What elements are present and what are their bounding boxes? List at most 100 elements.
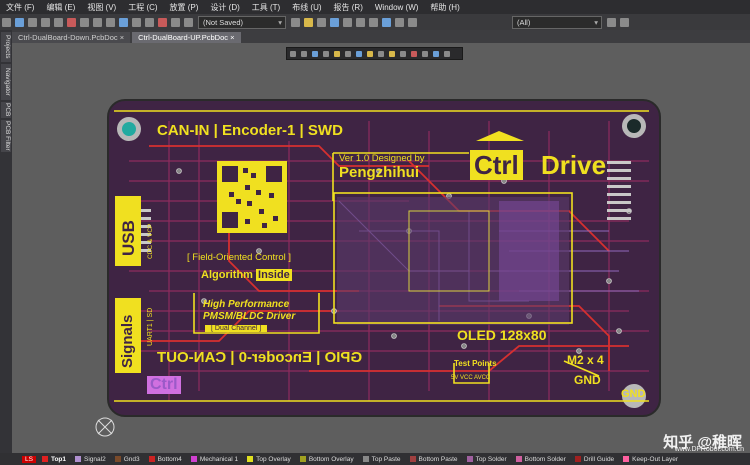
layer-tab-label: Bottom Overlay — [308, 455, 354, 463]
text-icon[interactable] — [432, 50, 439, 57]
route-icon[interactable] — [291, 17, 300, 27]
zoom-icon[interactable] — [41, 17, 50, 27]
fill-icon[interactable] — [317, 17, 326, 27]
layer-tab[interactable]: Bottom4 — [148, 456, 182, 463]
copy-icon[interactable] — [80, 17, 89, 27]
dimension-icon[interactable] — [421, 50, 428, 57]
layer-tab[interactable]: Top1 — [41, 455, 66, 463]
string-icon[interactable] — [382, 17, 391, 27]
side-tab-projects[interactable]: Projects — [1, 32, 11, 62]
crossprobe-icon[interactable] — [67, 17, 76, 27]
layer-selector[interactable]: LS — [22, 455, 36, 463]
save-icon[interactable] — [15, 17, 24, 27]
rect-icon[interactable] — [322, 50, 329, 57]
region-icon[interactable] — [408, 17, 417, 27]
pcb-board[interactable]: CAN-IN | Encoder-1 | SWD Ver 1.0 Designe… — [107, 99, 661, 417]
layer-color-swatch — [409, 456, 416, 462]
layer-tab[interactable]: Gnd3 — [114, 456, 140, 463]
paste-icon[interactable] — [93, 17, 102, 27]
menu-item[interactable]: 编辑 (E) — [40, 2, 81, 13]
usb-label: USB — [119, 220, 138, 256]
select-icon[interactable] — [300, 50, 307, 57]
layer-tab-label: Mechanical 1 — [199, 455, 239, 463]
filter-clear-icon[interactable] — [620, 17, 629, 27]
doc-tab-down[interactable]: Ctrl-DualBoard-Down.PcbDoc × — [12, 32, 131, 43]
line-icon[interactable] — [443, 50, 450, 57]
side-tab-navigator[interactable]: Navigator — [1, 64, 11, 100]
grid-icon[interactable] — [106, 17, 115, 27]
move-icon[interactable] — [132, 17, 141, 27]
close-icon[interactable]: × — [120, 33, 124, 42]
variant-dropdown-value: (Not Saved) — [203, 17, 244, 27]
layer-color-swatch — [75, 456, 81, 462]
layer-tab[interactable]: Bottom Paste — [409, 456, 458, 463]
menu-item[interactable]: 报告 (R) — [328, 2, 369, 13]
menu-item[interactable]: 帮助 (H) — [424, 2, 465, 13]
via-icon[interactable] — [366, 50, 373, 57]
menu-item[interactable]: 布线 (U) — [286, 2, 327, 13]
filter-apply-icon[interactable] — [607, 17, 616, 27]
layer-tab[interactable]: Top Solder — [466, 456, 507, 463]
keepout-icon[interactable] — [410, 50, 417, 57]
menu-item[interactable]: 放置 (P) — [164, 2, 205, 13]
layer-tab-label: Drill Guide — [583, 455, 615, 463]
layer-tabs: LS Top1 Signal2 Gnd3 Bottom4 Mechanical 1 Top… — [0, 453, 750, 465]
foc-label: [ Field-Oriented Control ] — [187, 252, 292, 263]
open-icon[interactable] — [2, 17, 11, 27]
doc-tab-label: Ctrl-DualBoard-UP.PcbDoc — [138, 33, 229, 42]
layer-tab-label: Top1 — [50, 455, 66, 463]
layer-tab[interactable]: Top Paste — [362, 455, 401, 463]
arc-icon[interactable] — [356, 17, 365, 27]
diff-pair-icon[interactable] — [355, 50, 362, 57]
algorithm-text: Algorithm — [201, 269, 253, 281]
place-component-icon[interactable] — [333, 50, 340, 57]
algorithm-highlight: Inside — [256, 269, 292, 281]
select-icon[interactable] — [119, 17, 128, 27]
m2-label: M2 x 4 — [567, 353, 604, 367]
polygon-icon[interactable] — [330, 17, 339, 27]
menu-item[interactable]: 文件 (F) — [0, 2, 40, 13]
filter-dropdown[interactable]: (All) ▾ — [512, 15, 602, 29]
menu-item[interactable]: Window (W) — [369, 3, 425, 12]
version-text: Ver 1.0 Designed by — [339, 153, 425, 164]
layer-tab[interactable]: Drill Guide — [574, 455, 615, 463]
close-icon[interactable]: × — [230, 33, 234, 42]
menu-item[interactable]: 视图 (V) — [81, 2, 122, 13]
keepout-icon[interactable] — [343, 17, 352, 27]
rotate-icon[interactable] — [184, 17, 193, 27]
component-icon[interactable] — [369, 17, 378, 27]
doc-tab-label: Ctrl-DualBoard-Down.PcbDoc — [18, 33, 118, 42]
filter-icon[interactable] — [289, 50, 296, 57]
layer-tab[interactable]: Signal2 — [75, 456, 106, 463]
layer-tab[interactable]: Top Overlay — [247, 456, 291, 463]
route-icon[interactable] — [344, 50, 351, 57]
fill-icon[interactable] — [377, 50, 384, 57]
dimension-icon[interactable] — [395, 17, 404, 27]
layer-tab-label: Top Paste — [371, 455, 401, 463]
chevron-down-icon: ▾ — [594, 17, 598, 27]
doc-tab-up[interactable]: Ctrl-DualBoard-UP.PcbDoc × — [132, 32, 241, 43]
layer-tab[interactable]: Mechanical 1 — [190, 455, 239, 463]
redo-icon[interactable] — [171, 17, 180, 27]
string-icon[interactable] — [388, 50, 395, 57]
layer-tab[interactable]: Bottom Overlay — [299, 455, 354, 463]
zoom-fit-icon[interactable] — [54, 17, 63, 27]
side-tab-pcb[interactable]: PCB — [1, 102, 11, 118]
align-icon[interactable] — [311, 50, 318, 57]
deselect-icon[interactable] — [145, 17, 154, 27]
logo-ctrl: Ctrl — [470, 150, 523, 180]
menu-item[interactable]: 工程 (C) — [122, 2, 163, 13]
print-icon[interactable] — [28, 17, 37, 27]
menu-item[interactable]: 工具 (T) — [246, 2, 286, 13]
layer-tab[interactable]: Bottom Solder — [515, 456, 566, 463]
menu-item[interactable]: 设计 (D) — [204, 2, 245, 13]
main-toolbar: (Not Saved) ▾ (All) ▾ — [0, 14, 750, 31]
layer-tab[interactable]: Keep-Out Layer — [623, 456, 678, 463]
dual-channel-label: [ Dual Channel ] — [205, 325, 268, 332]
variant-dropdown[interactable]: (Not Saved) ▾ — [198, 15, 286, 29]
via-icon[interactable] — [304, 17, 313, 27]
bottom-header-silkscreen: GPIO | Encoder-0 | CAN-OUT — [157, 349, 363, 366]
undo-icon[interactable] — [158, 17, 167, 27]
polygon-icon[interactable] — [399, 50, 406, 57]
side-tab-pcb-filter[interactable]: PCB Filter — [1, 120, 11, 152]
